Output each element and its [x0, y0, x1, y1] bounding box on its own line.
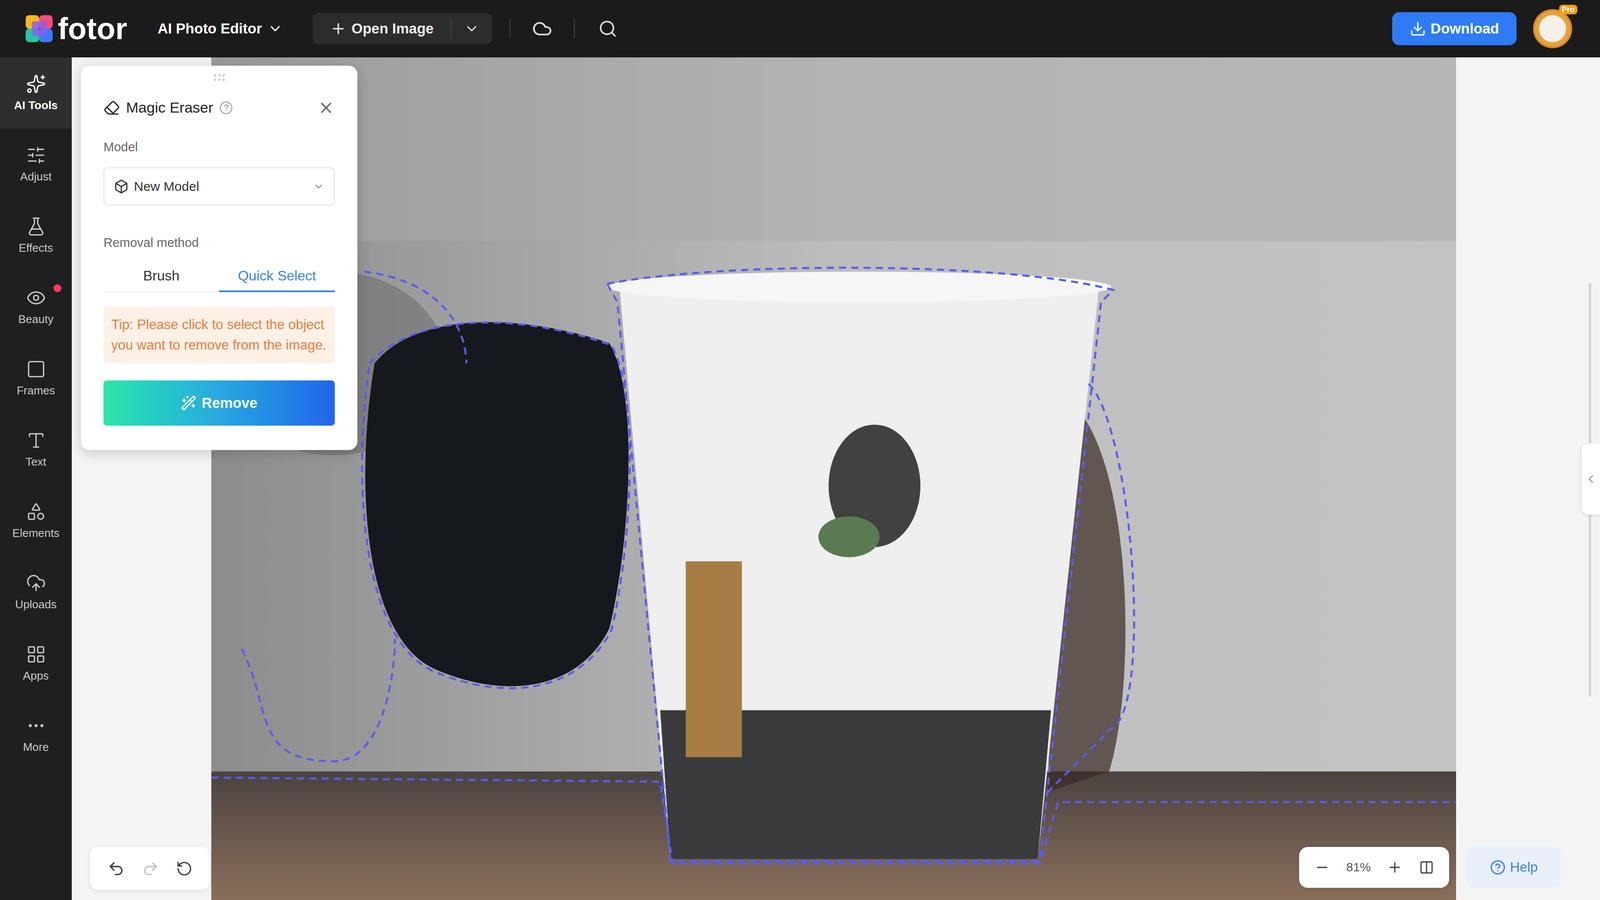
sidebar-item-icon [26, 287, 47, 308]
zoom-value: 81% [1346, 858, 1371, 877]
magic-eraser-panel: Magic Eraser Model New Model Removal method… [80, 65, 358, 450]
close-icon [317, 99, 335, 117]
app-root: fotor AI Photo Editor Open Image Download Pr… [0, 0, 1600, 900]
avatar-image [1539, 15, 1567, 43]
close-button[interactable] [317, 99, 335, 117]
tip-box: Tip: Please click to select the object y… [103, 306, 335, 364]
sidebar-item-icon [26, 501, 47, 522]
sidebar-item[interactable]: Adjust [0, 128, 72, 200]
mode-menu[interactable]: AI Photo Editor [157, 17, 283, 40]
open-image-group: Open Image [312, 13, 493, 45]
photo-canvas[interactable] [211, 57, 1457, 900]
notification-dot [53, 284, 62, 293]
sidebar-item[interactable]: Effects [0, 200, 72, 272]
sidebar-item[interactable]: Elements [0, 485, 72, 557]
redo-icon [141, 860, 160, 878]
logo-text: fotor [57, 13, 127, 44]
minus-icon [1314, 859, 1330, 876]
canvas-area: Magic Eraser Model New Model Removal method… [71, 57, 1600, 900]
collapse-handle[interactable] [1581, 443, 1600, 515]
model-label: Model [103, 137, 335, 157]
sidebar-item-icon [26, 715, 47, 736]
chevron-left-icon [1584, 472, 1598, 486]
logo[interactable]: fotor [25, 13, 127, 44]
redo-button[interactable] [141, 860, 160, 878]
sidebar-item-icon [26, 145, 47, 166]
divider [573, 19, 575, 39]
method-tab[interactable]: Quick Select [219, 260, 335, 293]
method-tab[interactable]: Brush [103, 260, 220, 293]
top-bar: fotor AI Photo Editor Open Image Download Pr… [0, 0, 1600, 58]
chevron-down-icon [267, 20, 284, 37]
help-circle-icon[interactable] [219, 100, 234, 115]
image-frame [211, 57, 1457, 900]
help-button[interactable]: Help [1466, 846, 1562, 888]
method-tabs: BrushQuick Select [103, 260, 335, 293]
sidebar-item[interactable]: Apps [0, 627, 72, 700]
avatar[interactable]: Pro [1533, 9, 1573, 49]
divider [509, 19, 511, 39]
wand-icon [180, 395, 197, 411]
pro-badge: Pro [1559, 4, 1578, 15]
sidebar-item[interactable]: More [0, 699, 72, 771]
drag-dot [218, 78, 221, 81]
search-button[interactable] [598, 19, 618, 39]
compare-icon [1419, 860, 1434, 875]
eraser-icon [103, 99, 120, 117]
chevron-down-icon [463, 20, 480, 37]
cloud-icon [532, 18, 553, 39]
download-button[interactable]: Download [1392, 12, 1517, 46]
reset-icon [176, 860, 193, 877]
download-icon [1409, 20, 1427, 37]
reset-button[interactable] [176, 860, 193, 877]
sidebar-item[interactable]: AI Tools [0, 57, 72, 129]
sidebar-item-icon [26, 216, 47, 237]
drag-dot [222, 78, 225, 81]
search-icon [598, 19, 618, 39]
sidebar-item-icon [26, 430, 47, 451]
removal-method-label: Removal method [103, 233, 335, 253]
chevron-down-icon [313, 180, 325, 193]
sidebar-item[interactable]: Uploads [0, 556, 72, 628]
sidebar-item-icon [26, 644, 47, 665]
cloud-button[interactable] [532, 18, 553, 39]
sidebar: AI ToolsAdjustEffectsBeautyFramesTextEle… [0, 57, 72, 900]
drag-dot [222, 74, 225, 77]
open-image-dropdown[interactable] [451, 13, 492, 45]
model-cube-icon [113, 179, 129, 194]
zoom-control: 81% [1299, 846, 1450, 888]
history-toolbar [90, 846, 210, 890]
drag-dot [213, 78, 217, 81]
undo-button[interactable] [107, 860, 125, 878]
zoom-out-button[interactable] [1314, 859, 1330, 876]
remove-button[interactable]: Remove [103, 380, 335, 426]
fotor-logo-icon [25, 15, 53, 43]
undo-icon [107, 860, 125, 878]
compare-button[interactable] [1419, 860, 1434, 875]
model-select[interactable]: New Model [103, 167, 335, 206]
drag-handle[interactable] [213, 74, 225, 81]
plus-icon [330, 20, 347, 37]
drag-dot [218, 74, 221, 77]
workspace: AI ToolsAdjustEffectsBeautyFramesTextEle… [0, 57, 1600, 900]
sidebar-item[interactable]: Text [0, 413, 72, 486]
zoom-in-button[interactable] [1386, 859, 1403, 876]
sidebar-item-icon [26, 573, 47, 594]
open-image-button[interactable]: Open Image [312, 13, 452, 45]
sidebar-item-icon [26, 73, 47, 94]
drag-dot [213, 74, 217, 77]
panel-title: Magic Eraser [126, 96, 214, 119]
sidebar-item-icon [26, 359, 47, 380]
sidebar-item[interactable]: Frames [0, 342, 72, 414]
sidebar-item[interactable]: Beauty [0, 271, 72, 343]
help-icon [1490, 859, 1506, 876]
plus-icon [1386, 859, 1403, 876]
panel-header: Magic Eraser [103, 96, 335, 119]
